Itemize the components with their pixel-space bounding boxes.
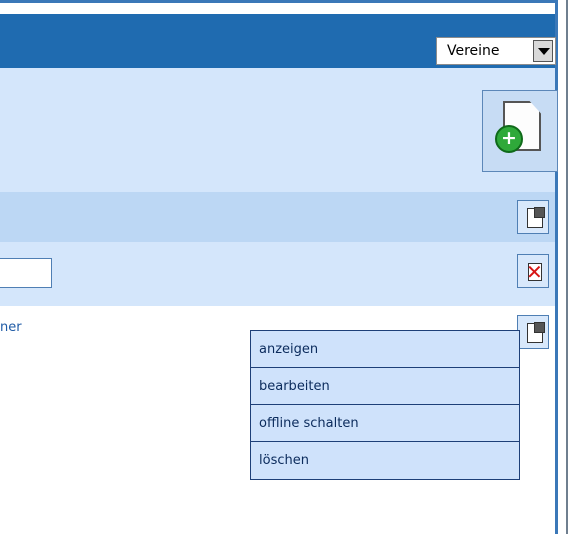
filter-row (0, 242, 555, 306)
window-top-border (0, 0, 560, 3)
menu-item-anzeigen[interactable]: anzeigen (251, 331, 519, 368)
delete-button[interactable]: ✕ (517, 254, 549, 288)
category-select[interactable]: Vereine (436, 37, 556, 65)
row-properties-button[interactable] (517, 315, 549, 349)
menu-item-bearbeiten[interactable]: bearbeiten (251, 368, 519, 405)
chevron-down-icon[interactable] (533, 40, 553, 62)
filter-input[interactable] (0, 258, 52, 288)
list-item-fragment: ner (0, 320, 22, 335)
toolbar-row (0, 68, 555, 192)
window-gutter (558, 0, 566, 534)
add-document-button[interactable]: + (482, 90, 558, 172)
delete-icon: ✕ (526, 260, 543, 284)
context-menu: anzeigen bearbeiten offline schalten lös… (250, 330, 520, 480)
category-select-value: Vereine (447, 43, 500, 59)
add-icon: + (495, 125, 523, 153)
properties-button[interactable] (517, 200, 549, 234)
section-header-row (0, 192, 555, 242)
menu-item-offline-schalten[interactable]: offline schalten (251, 405, 519, 442)
scroll-edge (566, 0, 568, 534)
menu-item-loeschen[interactable]: löschen (251, 442, 519, 479)
